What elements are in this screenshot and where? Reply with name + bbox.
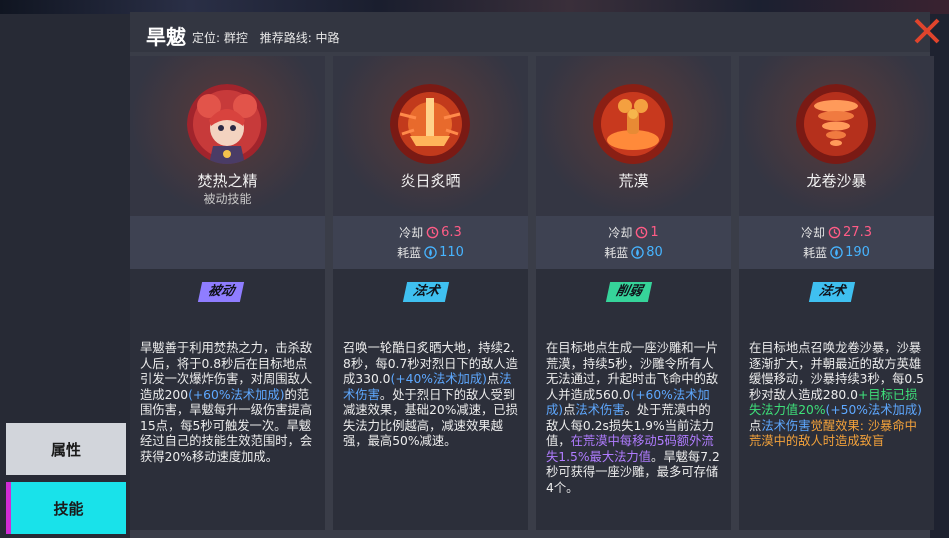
skill-detail-panel: 旱魃 定位: 群控 推荐路线: 中路 焚热之精 被动技能 被动 旱魃善于利用焚热… [130, 12, 940, 538]
mana-value: 80 [646, 245, 663, 260]
tab-skills[interactable]: 技能 [6, 482, 126, 534]
mana-row: 耗蓝 80 [536, 244, 731, 261]
skill-name: 焚热之精 [197, 172, 258, 190]
cooldown-value: 6.3 [441, 225, 462, 240]
cooldown-row: 冷却 6.3 [333, 224, 528, 241]
skill-stats: 冷却 27.3 耗蓝 190 [739, 216, 934, 269]
hero-role: 定位: 群控 [192, 31, 248, 45]
skill-description: 在目标地点召唤龙卷沙暴，沙暴逐渐扩大，并朝最近的敌方英雄缓慢移动，沙暴持续3秒，… [749, 341, 924, 450]
skill-description: 旱魃善于利用焚热之力，击杀敌人后，将于0.8秒后在目标地点引发一次爆炸伤害，对周… [140, 341, 315, 465]
mana-label: 耗蓝 [803, 246, 828, 260]
skill-card-2: 荒漠 冷却 1 耗蓝 80 削弱 在目标地点生成一座沙雕和一片荒漠，持续5秒，沙… [536, 56, 731, 530]
mana-label: 耗蓝 [397, 246, 422, 260]
mana-row: 耗蓝 190 [739, 244, 934, 261]
skill-stats: 冷却 1 耗蓝 80 [536, 216, 731, 269]
desc-highlight: 法术伤害 [575, 403, 625, 417]
skill-card-header: 荒漠 [536, 56, 731, 216]
cooldown-row: 冷却 27.3 [739, 224, 934, 241]
cooldown-value: 1 [650, 225, 659, 240]
cooldown-clock-icon [636, 226, 648, 239]
skill-name: 龙卷沙暴 [806, 172, 867, 190]
desc-text: 点 [563, 403, 576, 417]
hero-portrait-icon [187, 84, 267, 164]
hero-name: 旱魃 [146, 25, 186, 49]
cooldown-value: 27.3 [843, 225, 872, 240]
skill-card-3: 龙卷沙暴 冷却 27.3 耗蓝 190 法术 在目标地点召唤龙卷沙暴，沙暴逐渐扩… [739, 56, 934, 530]
skill-name: 炎日炙晒 [400, 172, 461, 190]
skill-card-1: 炎日炙晒 冷却 6.3 耗蓝 110 法术 召唤一轮酷日炙晒大地，持续2.8秒，… [333, 56, 528, 530]
panel-header: 旱魃 定位: 群控 推荐路线: 中路 [130, 12, 930, 52]
skill-card-header: 龙卷沙暴 [739, 56, 934, 216]
cooldown-row: 冷却 1 [536, 224, 731, 241]
mana-flame-icon [830, 246, 843, 259]
cooldown-label: 冷却 [801, 226, 826, 240]
desc-text: 点 [486, 372, 500, 386]
skill-card-passive: 焚热之精 被动技能 被动 旱魃善于利用焚热之力，击杀敌人后，将于0.8秒后在目标… [130, 56, 325, 530]
hero-meta: 定位: 群控 推荐路线: 中路 [192, 29, 348, 46]
cooldown-clock-icon [426, 226, 439, 239]
desc-highlight: 法术伤害 [761, 418, 811, 433]
mana-value: 110 [439, 245, 464, 260]
sun-burn-icon [390, 84, 470, 164]
close-icon[interactable] [910, 14, 944, 48]
mana-row: 耗蓝 110 [333, 244, 528, 261]
skill-name: 荒漠 [618, 172, 649, 190]
cooldown-label: 冷却 [608, 226, 633, 240]
mana-value: 190 [845, 245, 870, 260]
skill-description: 召唤一轮酷日炙晒大地，持续2.8秒，每0.7秒对烈日下的敌人造成330.0(+4… [343, 341, 518, 450]
desc-highlight: (+50%法术加成) [825, 403, 922, 417]
skill-tag: 法术 [402, 282, 450, 302]
mana-flame-icon [424, 246, 437, 259]
skill-card-header: 炎日炙晒 [333, 56, 528, 216]
mana-flame-icon [631, 246, 644, 259]
hero-lane: 推荐路线: 中路 [259, 31, 340, 45]
cooldown-clock-icon [828, 226, 841, 239]
desc-highlight: (+40%法术加成) [390, 372, 487, 386]
skill-stats: 冷却 6.3 耗蓝 110 [333, 216, 528, 269]
mana-label: 耗蓝 [604, 246, 629, 260]
skill-tag: 被动 [197, 282, 245, 302]
desert-statue-icon [593, 84, 673, 164]
sandstorm-tornado-icon [796, 84, 876, 164]
skill-card-header: 焚热之精 被动技能 [130, 56, 325, 216]
skill-tag: 削弱 [605, 282, 653, 302]
desc-highlight: (+60%法术加成) [188, 387, 285, 402]
cooldown-label: 冷却 [399, 226, 424, 240]
skill-type: 被动技能 [203, 192, 252, 206]
desc-text: 点 [749, 418, 762, 433]
skill-description: 在目标地点生成一座沙雕和一片荒漠，持续5秒，沙雕令所有人无法通过，升起时击飞命中… [546, 341, 721, 496]
tab-attributes[interactable]: 属性 [6, 423, 126, 475]
skill-stats-empty [130, 216, 325, 269]
skill-tag: 法术 [808, 282, 856, 302]
